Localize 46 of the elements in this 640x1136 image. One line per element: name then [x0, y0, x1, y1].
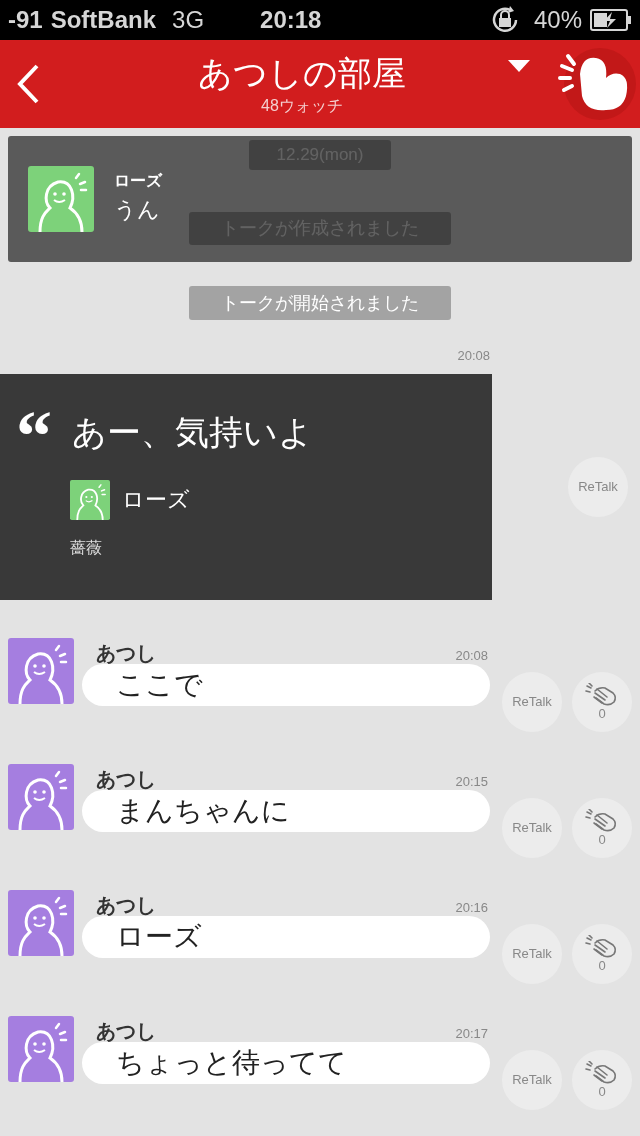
network-type: 3G	[172, 5, 205, 35]
retalk-button[interactable]: ReTalk	[568, 456, 628, 517]
message-text: うん	[114, 195, 161, 224]
dropdown-icon	[508, 60, 530, 72]
message-time: 20:15	[455, 772, 488, 791]
avatar-icon	[8, 889, 74, 956]
battery-charging-icon	[590, 9, 632, 31]
message-bubble: ローズ	[82, 915, 490, 958]
quote-caption: 薔薇	[70, 537, 103, 558]
avatar-icon	[8, 1015, 74, 1082]
avatar-icon	[8, 763, 74, 830]
message-time: 20:08	[455, 646, 488, 665]
avatar-icon	[28, 166, 94, 232]
avatar-icon	[8, 637, 74, 704]
retalk-button[interactable]: ReTalk	[502, 1049, 562, 1110]
system-message: トークが開始されました	[189, 286, 451, 320]
quote-text: あー、気持いよ	[72, 411, 313, 453]
sender-name: あつし	[96, 1018, 156, 1044]
sender-name: ローズ	[114, 170, 162, 191]
signal-strength: -91	[8, 5, 43, 35]
clap-button[interactable]: 0	[572, 923, 632, 984]
message-time: 20:16	[455, 898, 488, 917]
battery-percent: 40%	[533, 5, 582, 35]
message-bubble: まんちゃんに	[82, 789, 490, 832]
retalk-button[interactable]: ReTalk	[502, 923, 562, 984]
sender-name: あつし	[96, 640, 156, 666]
carrier-name: SoftBank	[50, 5, 157, 35]
clap-button[interactable]: 0	[572, 797, 632, 858]
room-title: あつしの部屋	[198, 53, 406, 94]
clap-button[interactable]: 0	[572, 671, 632, 732]
quote-mark: “	[16, 403, 53, 460]
sender-name: あつし	[96, 766, 156, 792]
quote-author: ローズ	[122, 486, 190, 514]
retalk-button[interactable]: ReTalk	[502, 671, 562, 732]
retalk-button[interactable]: ReTalk	[502, 797, 562, 858]
message-bubble: ここで	[82, 663, 490, 706]
message-time: 20:08	[457, 347, 490, 365]
clap-button[interactable]: 0	[572, 1049, 632, 1110]
message-time: 20:17	[455, 1024, 488, 1043]
sender-name: あつし	[96, 892, 156, 918]
watch-count: 48ウォッチ	[261, 96, 343, 116]
quote-card[interactable]: “ あー、気持いよ ローズ 薔薇	[0, 373, 492, 600]
back-icon	[16, 63, 40, 105]
clock: 20:18	[260, 5, 322, 35]
message-bubble: ちょっと待ってて	[82, 1041, 490, 1084]
avatar-icon	[70, 479, 110, 520]
